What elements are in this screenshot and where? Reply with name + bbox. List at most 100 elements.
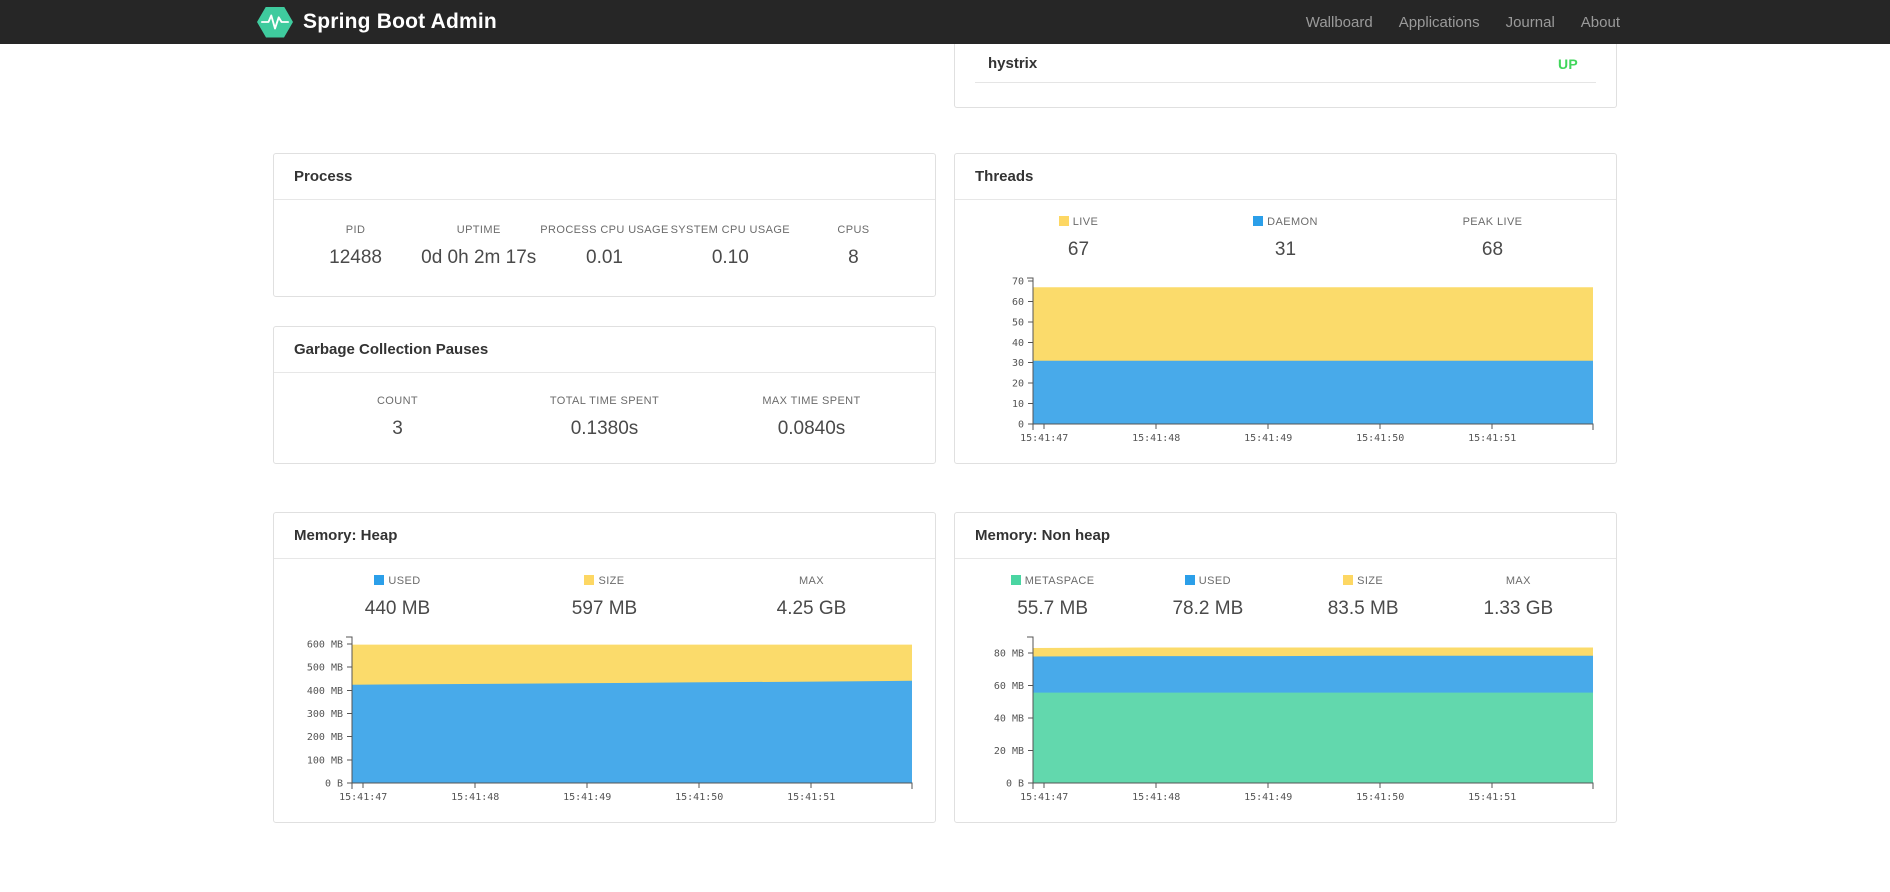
stat-threads-daemon: DAEMON 31 <box>1182 216 1389 262</box>
x-tick-label: 15:41:47 <box>339 792 387 803</box>
y-tick-label: 0 B <box>1006 779 1024 790</box>
stat-label: COUNT <box>376 395 419 407</box>
stat-label: PROCESS CPU USAGE <box>540 224 669 236</box>
legend-swatch-icon <box>374 575 385 585</box>
nonheap-legend-row: METASPACE 55.7 MB USED 78.2 MB SIZE 83.5… <box>955 559 1616 633</box>
card-garbage-collection: Garbage Collection Pauses COUNT 3 TOTAL … <box>273 326 936 464</box>
y-tick-label: 0 B <box>325 779 343 790</box>
x-axis <box>1032 423 1594 430</box>
y-tick-label: 10 <box>1012 399 1024 410</box>
legend-label: SIZE <box>598 575 625 587</box>
pulse-logo-icon <box>257 6 293 38</box>
main-container: Process PID 12488 UPTIME 0d 0h 2m 17s PR… <box>273 44 1617 823</box>
stat-value: 78.2 MB <box>1172 598 1244 619</box>
card-title: Memory: Heap <box>274 513 935 559</box>
stat-nonheap-size: SIZE 83.5 MB <box>1286 575 1441 621</box>
navbar: Spring Boot Admin Wallboard Applications… <box>0 0 1890 44</box>
stat-value: 31 <box>1274 239 1297 260</box>
x-tick-label: 15:41:50 <box>1356 792 1404 803</box>
x-tick-label: 15:41:51 <box>787 792 835 803</box>
x-tick-label: 15:41:48 <box>1132 433 1180 444</box>
nav-item-applications[interactable]: Applications <box>1386 14 1493 31</box>
stat-gc-total-time: TOTAL TIME SPENT 0.1380s <box>501 395 708 441</box>
y-axis <box>1027 636 1034 783</box>
card-memory-nonheap: Memory: Non heap METASPACE 55.7 MB USED … <box>954 512 1617 823</box>
stat-label: TOTAL TIME SPENT <box>549 395 660 407</box>
x-tick-label: 15:41:49 <box>563 792 611 803</box>
chart-areas <box>1033 647 1593 783</box>
stat-threads-peak: PEAK LIVE 68 <box>1389 216 1596 262</box>
stat-heap-used: USED 440 MB <box>294 575 501 621</box>
legend-label: PEAK LIVE <box>1462 216 1523 228</box>
stat-system-cpu: SYSTEM CPU USAGE 0.10 <box>669 224 792 270</box>
stat-value: 0.01 <box>586 247 623 268</box>
stat-value: 68 <box>1481 239 1504 260</box>
stat-heap-max: MAX 4.25 GB <box>708 575 915 621</box>
stat-nonheap-metaspace: METASPACE 55.7 MB <box>975 575 1130 621</box>
y-tick-label: 20 MB <box>994 746 1024 757</box>
threads-chart-wrap: 0 10 20 30 40 50 60 70 15:41:47 15:41:48 15:41:49 1… <box>955 274 1616 446</box>
chart-areas <box>1033 287 1593 424</box>
stat-label: CPUS <box>837 224 870 236</box>
health-row: hystrix UP <box>975 44 1596 82</box>
stat-value: 83.5 MB <box>1327 598 1399 619</box>
stat-label: LIVE <box>975 216 1182 229</box>
stat-label: SIZE <box>501 575 708 588</box>
nav-links: Wallboard Applications Journal About <box>1293 14 1633 31</box>
health-item-name: hystrix <box>988 55 1038 72</box>
stat-threads-live: LIVE 67 <box>975 216 1182 262</box>
legend-swatch-icon <box>1253 216 1264 226</box>
nav-item-about[interactable]: About <box>1568 14 1633 31</box>
y-tick-label: 40 <box>1012 338 1024 349</box>
nav-item-journal[interactable]: Journal <box>1493 14 1568 31</box>
card-title: Threads <box>955 154 1616 200</box>
stat-value: 1.33 GB <box>1483 598 1554 619</box>
x-tick-label: 15:41:48 <box>1132 792 1180 803</box>
stat-value: 0.10 <box>711 247 749 268</box>
x-axis <box>1032 782 1594 789</box>
y-tick-label: 400 MB <box>307 686 343 697</box>
stat-value: 0.1380s <box>570 418 639 439</box>
stat-value: 8 <box>848 247 859 268</box>
legend-swatch-icon <box>1343 575 1354 585</box>
legend-label: MAX <box>798 575 825 587</box>
stat-value: 0.0840s <box>777 418 846 439</box>
stat-gc-max-time: MAX TIME SPENT 0.0840s <box>708 395 915 441</box>
y-tick-label: 600 MB <box>307 639 343 650</box>
x-tick-label: 15:41:47 <box>1020 433 1068 444</box>
x-tick-label: 15:41:47 <box>1020 792 1068 803</box>
y-tick-label: 0 <box>1018 420 1024 431</box>
x-tick-label: 15:41:50 <box>1356 433 1404 444</box>
gc-stats-row: COUNT 3 TOTAL TIME SPENT 0.1380s MAX TIM… <box>274 373 935 465</box>
y-tick-label: 40 MB <box>994 714 1024 725</box>
legend-label: METASPACE <box>1024 575 1095 587</box>
threads-chart: 0 10 20 30 40 50 60 70 15:41:47 15:41:48 15:41:49 1… <box>1012 277 1594 444</box>
legend-label: DAEMON <box>1267 216 1318 228</box>
legend-label: LIVE <box>1072 216 1099 228</box>
legend-swatch-icon <box>1058 216 1069 226</box>
stat-value: 597 MB <box>571 598 638 619</box>
stat-value: 3 <box>392 418 403 439</box>
right-column: hystrix UP Threads LIVE 67 DAEMON 31 PEA… <box>954 44 1617 823</box>
brand-title: Spring Boot Admin <box>303 10 497 33</box>
heap-chart-wrap: 0 B 100 MB 200 MB 300 MB 400 MB 500 MB 600 MB 1… <box>274 633 935 805</box>
y-tick-label: 60 <box>1012 297 1024 308</box>
y-tick-label: 300 MB <box>307 709 343 720</box>
pulse-line-icon <box>261 14 289 30</box>
memory-nonheap-chart: 0 B 20 MB 40 MB 60 MB 80 MB 15:41:47 15:41:48 1… <box>994 636 1594 803</box>
y-axis <box>1027 277 1034 424</box>
stat-label: MAX <box>1441 575 1596 588</box>
stat-gc-count: COUNT 3 <box>294 395 501 441</box>
nav-item-wallboard[interactable]: Wallboard <box>1293 14 1386 31</box>
chart-areas <box>352 644 912 783</box>
x-tick-label: 15:41:51 <box>1468 792 1516 803</box>
y-tick-label: 80 MB <box>994 649 1024 660</box>
stat-pid: PID 12488 <box>294 224 417 270</box>
stat-label: SYSTEM CPU USAGE <box>670 224 791 236</box>
stat-label: METASPACE <box>975 575 1130 588</box>
stat-value: 12488 <box>329 247 382 268</box>
brand-link[interactable]: Spring Boot Admin <box>257 6 497 38</box>
y-tick-label: 30 <box>1012 358 1024 369</box>
stat-process-cpu: PROCESS CPU USAGE 0.01 <box>540 224 668 270</box>
left-column: Process PID 12488 UPTIME 0d 0h 2m 17s PR… <box>273 44 936 823</box>
